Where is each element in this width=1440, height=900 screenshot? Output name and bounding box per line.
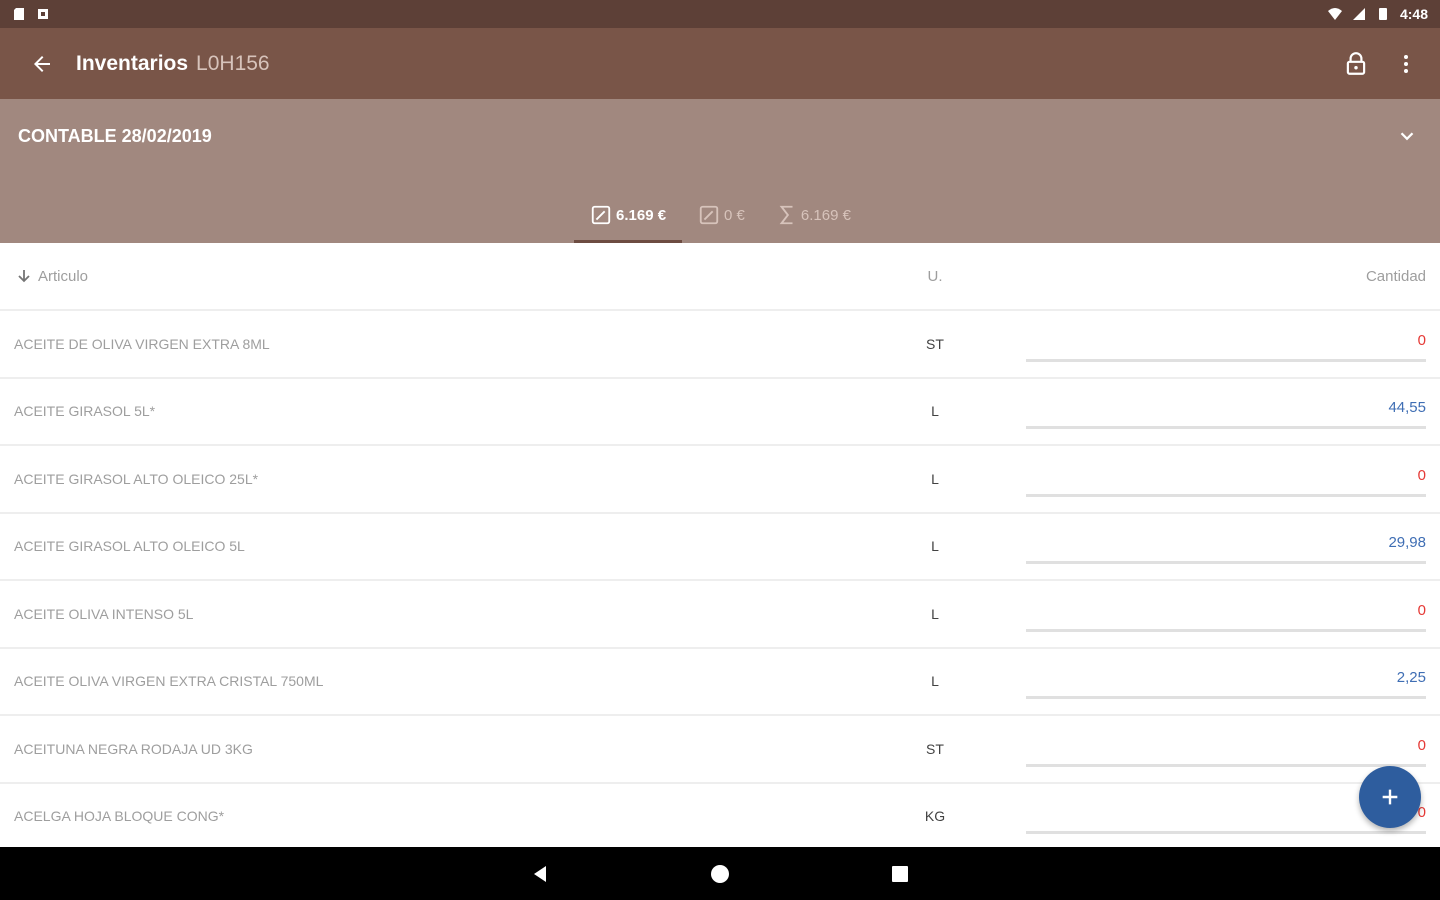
table-row[interactable]: ACEITE GIRASOL ALTO OLEICO 5L L 29,98 xyxy=(0,514,1440,581)
totals-tabs: 6.169 € 0 € 6.169 € xyxy=(574,187,867,243)
quantity-input[interactable]: 0 xyxy=(1026,596,1426,632)
article-unit: L xyxy=(931,403,939,420)
edit-square-icon xyxy=(699,205,719,225)
quantity-input[interactable]: 44,55 xyxy=(1026,393,1426,430)
quantity-input[interactable]: 0 xyxy=(1026,326,1426,362)
lock-button[interactable] xyxy=(1338,46,1374,82)
header-article: Articulo xyxy=(38,267,89,285)
page-subtitle: L0H156 xyxy=(196,51,270,75)
header-unit: U. xyxy=(927,267,943,285)
table-row[interactable]: ACEITE OLIVA VIRGEN EXTRA CRISTAL 750ML … xyxy=(0,649,1440,716)
status-left xyxy=(12,7,50,21)
article-unit: L xyxy=(931,470,939,487)
article-name: ACEITUNA NEGRA RODAJA UD 3KG xyxy=(14,740,253,757)
nav-recents-button[interactable] xyxy=(880,854,920,894)
article-unit: KG xyxy=(924,808,946,825)
quantity-input[interactable]: 0 xyxy=(1026,461,1426,497)
article-unit: L xyxy=(931,605,939,622)
more-options-button[interactable] xyxy=(1388,46,1424,82)
nav-home-button[interactable] xyxy=(700,854,740,894)
signal-icon xyxy=(1352,8,1365,20)
header-quantity: Cantidad xyxy=(1365,267,1426,285)
clock: 4:48 xyxy=(1399,6,1428,22)
status-bar: 4:48 xyxy=(0,0,1440,28)
app-bar: Inventarios L0H156 xyxy=(0,28,1440,99)
article-name: ACEITE GIRASOL ALTO OLEICO 25L* xyxy=(14,470,259,487)
article-unit: L xyxy=(931,673,939,690)
table-row[interactable]: ACEITE GIRASOL 5L* L 44,55 xyxy=(0,379,1440,446)
back-button[interactable] xyxy=(24,46,60,82)
quantity-input[interactable]: 29,98 xyxy=(1026,528,1426,565)
more-vert-icon xyxy=(1404,54,1408,73)
article-unit: ST xyxy=(926,740,944,757)
page-title: Inventarios xyxy=(76,51,189,75)
table-row[interactable]: ACEITE DE OLIVA VIRGEN EXTRA 8ML ST 0 xyxy=(0,311,1440,379)
tab-difference-total[interactable]: 0 € xyxy=(682,187,761,243)
edit-square-icon xyxy=(591,205,611,225)
tab-label: 6.169 € xyxy=(616,206,667,224)
article-list: Articulo U. Cantidad ACEITE DE OLIVA VIR… xyxy=(0,243,1440,847)
table-row[interactable]: ACELGA HOJA BLOQUE CONG* KG 0 xyxy=(0,784,1440,848)
square-recents-icon xyxy=(892,865,908,882)
tab-label: 0 € xyxy=(724,206,745,224)
tab-counted-total[interactable]: 6.169 € xyxy=(574,187,683,243)
table-row[interactable]: ACEITE OLIVA INTENSO 5L L 0 xyxy=(0,581,1440,649)
inventory-title: CONTABLE 28/02/2019 xyxy=(18,125,212,146)
quantity-input[interactable]: 2,25 xyxy=(1026,663,1426,700)
status-right: 4:48 xyxy=(1327,6,1428,22)
circle-home-icon xyxy=(711,864,729,883)
article-unit: L xyxy=(931,538,939,555)
article-unit: ST xyxy=(926,335,944,352)
article-name: ACEITE OLIVA VIRGEN EXTRA CRISTAL 750ML xyxy=(14,673,324,690)
wifi-icon xyxy=(1327,8,1342,20)
triangle-back-icon xyxy=(534,865,546,882)
system-nav-bar xyxy=(0,847,1440,900)
filter-panel: CONTABLE 28/02/2019 6.169 € 0 € 6.169 € xyxy=(0,99,1440,243)
battery-icon xyxy=(1378,8,1387,20)
article-name: ACEITE OLIVA INTENSO 5L xyxy=(14,605,194,622)
article-name: ACELGA HOJA BLOQUE CONG* xyxy=(14,808,225,825)
nav-back-button[interactable] xyxy=(520,854,560,894)
lock-icon xyxy=(1346,51,1366,75)
app-actions xyxy=(1338,46,1424,82)
inventory-selector[interactable]: CONTABLE 28/02/2019 xyxy=(0,99,1440,173)
expand-button[interactable] xyxy=(1392,121,1422,151)
plus-icon xyxy=(1382,789,1398,805)
list-header: Articulo U. Cantidad xyxy=(0,243,1440,311)
notification-icon xyxy=(38,9,48,19)
table-row[interactable]: ACEITE GIRASOL ALTO OLEICO 25L* L 0 xyxy=(0,446,1440,514)
arrow-back-icon xyxy=(34,55,50,72)
sd-card-icon xyxy=(14,8,24,20)
tab-label: 6.169 € xyxy=(800,206,851,224)
table-row[interactable]: ACEITUNA NEGRA RODAJA UD 3KG ST 0 xyxy=(0,716,1440,784)
sort-by-article[interactable]: Articulo xyxy=(0,268,880,285)
add-article-button[interactable] xyxy=(1359,766,1421,828)
quantity-input[interactable]: 0 xyxy=(1026,731,1426,767)
tab-sum-total[interactable]: 6.169 € xyxy=(761,187,867,243)
article-name: ACEITE GIRASOL 5L* xyxy=(14,403,156,420)
article-name: ACEITE GIRASOL ALTO OLEICO 5L xyxy=(14,538,245,555)
arrow-down-icon xyxy=(18,270,30,283)
sigma-icon xyxy=(779,205,793,225)
article-name: ACEITE DE OLIVA VIRGEN EXTRA 8ML xyxy=(14,335,270,352)
chevron-down-icon xyxy=(1400,132,1414,141)
